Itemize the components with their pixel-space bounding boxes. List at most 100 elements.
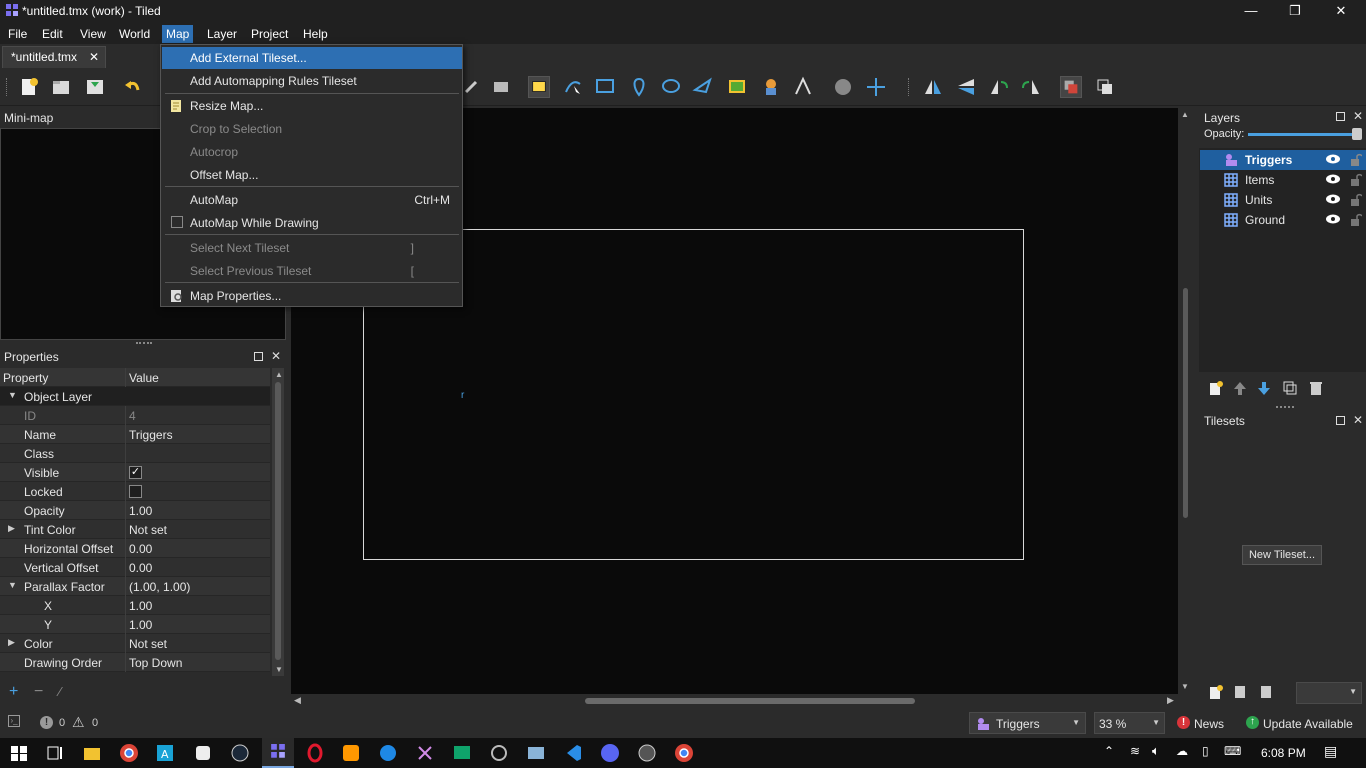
property-row[interactable]: ▶ Tint Color Not set — [0, 520, 270, 539]
keyboard-icon[interactable]: ⌨ — [1224, 744, 1241, 758]
update-available-link[interactable]: Update Available — [1263, 717, 1353, 731]
cloud-icon[interactable]: ☁︎ — [1176, 744, 1188, 758]
float-panel-icon[interactable] — [254, 352, 263, 361]
show-tile-animations-icon[interactable] — [1094, 76, 1116, 98]
layer-row-triggers[interactable]: Triggers — [1200, 150, 1366, 170]
layer-row-ground[interactable]: Ground — [1200, 210, 1366, 230]
monitor-icon[interactable] — [451, 742, 473, 764]
update-icon[interactable]: ↑ — [1246, 716, 1259, 729]
console-icon[interactable]: ›_ — [8, 715, 20, 727]
property-value[interactable]: Triggers — [129, 428, 173, 442]
app-icon[interactable] — [192, 742, 214, 764]
insert-text-icon[interactable] — [792, 76, 814, 98]
property-value[interactable]: Not set — [129, 637, 167, 651]
edit-tileset-icon[interactable] — [1258, 684, 1274, 700]
lock-icon[interactable] — [1350, 193, 1362, 206]
tileset-options-dropdown[interactable]: ▼ — [1296, 682, 1362, 704]
menu-item-automap-while-drawing[interactable]: AutoMap While Drawing — [162, 212, 462, 234]
property-value[interactable]: 1.00 — [129, 504, 152, 518]
menu-layer[interactable]: Layer — [203, 25, 241, 43]
rotate-left-icon[interactable] — [988, 76, 1010, 98]
property-row[interactable]: Visible ✓ — [0, 463, 270, 482]
collapse-arrow-icon[interactable]: ▼ — [8, 580, 17, 590]
property-row[interactable]: Horizontal Offset 0.00 — [0, 539, 270, 558]
open-file-icon[interactable] — [50, 76, 72, 98]
rename-property-icon[interactable]: ∕ — [59, 684, 61, 699]
bluetooth-icon[interactable] — [377, 742, 399, 764]
splitter-handle[interactable] — [1276, 406, 1294, 408]
game-launcher-icon[interactable] — [636, 742, 658, 764]
error-icon[interactable]: ! — [40, 716, 53, 729]
menu-view[interactable]: View — [76, 25, 110, 43]
close-panel-icon[interactable]: ✕ — [1353, 109, 1363, 123]
property-value[interactable]: Top Down — [129, 656, 182, 670]
insert-rectangle-icon[interactable] — [594, 76, 616, 98]
text-editor-icon[interactable]: A — [154, 742, 176, 764]
highlight-layer-icon[interactable] — [1060, 76, 1082, 98]
sublime-icon[interactable] — [340, 742, 362, 764]
restore-button[interactable]: ❐ — [1272, 0, 1318, 22]
new-tileset-icon[interactable] — [1208, 684, 1224, 700]
battery-icon[interactable]: ▯ — [1202, 744, 1209, 758]
close-panel-icon[interactable]: ✕ — [1353, 413, 1363, 427]
insert-template-icon[interactable] — [760, 76, 782, 98]
tiled-taskbar-button[interactable] — [262, 738, 294, 768]
menu-project[interactable]: Project — [247, 25, 292, 43]
steam-icon[interactable] — [229, 742, 251, 764]
menu-item-select-next-tileset[interactable]: Select Next Tileset ] — [162, 237, 462, 259]
property-value[interactable]: Not set — [129, 523, 167, 537]
new-layer-icon[interactable] — [1208, 380, 1224, 396]
layer-row-units[interactable]: Units — [1200, 190, 1366, 210]
save-file-icon[interactable] — [84, 76, 106, 98]
eraser-icon[interactable] — [490, 76, 512, 98]
menu-item-crop-to-selection[interactable]: Crop to Selection — [162, 118, 462, 140]
property-value[interactable]: 1.00 — [129, 618, 152, 632]
property-row[interactable]: Class — [0, 444, 270, 463]
property-row[interactable]: Opacity 1.00 — [0, 501, 270, 520]
zoom-dropdown[interactable]: 33 % ▼ — [1094, 712, 1165, 734]
close-tab-icon[interactable]: ✕ — [89, 50, 99, 64]
volume-icon[interactable]: 🔈︎ — [1152, 743, 1160, 759]
chrome-icon[interactable] — [118, 742, 140, 764]
layer-row-items[interactable]: Items — [1200, 170, 1366, 190]
discord-icon[interactable] — [599, 742, 621, 764]
raise-layer-icon[interactable] — [1232, 380, 1248, 396]
expand-arrow-icon[interactable]: ▶ — [8, 637, 15, 648]
chrome-icon[interactable] — [673, 742, 695, 764]
checkbox-unchecked[interactable] — [171, 216, 183, 228]
lock-icon[interactable] — [1350, 213, 1362, 226]
property-value[interactable]: 0.00 — [129, 542, 152, 556]
property-row[interactable]: ▼ Parallax Factor (1.00, 1.00) — [0, 577, 270, 596]
property-group-row[interactable]: ▼ Object Layer — [0, 387, 270, 406]
close-window-button[interactable]: ✕ — [1318, 0, 1364, 22]
property-checkbox[interactable] — [129, 485, 142, 498]
file-explorer-icon[interactable] — [81, 742, 103, 764]
flip-vertical-icon[interactable] — [955, 76, 977, 98]
expand-arrow-icon[interactable]: ▶ — [8, 523, 15, 534]
notifications-icon[interactable]: ▤ — [1324, 743, 1337, 760]
property-row[interactable]: Y 1.00 — [0, 615, 270, 634]
opera-icon[interactable] — [304, 742, 326, 764]
insert-polygon-icon[interactable] — [692, 76, 714, 98]
property-row[interactable]: Name Triggers — [0, 425, 270, 444]
menu-item-add-automapping-rules-tileset[interactable]: Add Automapping Rules Tileset — [162, 70, 462, 92]
close-panel-icon[interactable]: ✕ — [271, 349, 281, 363]
menu-item-map-properties[interactable]: Map Properties... — [162, 285, 462, 307]
new-file-icon[interactable] — [18, 76, 40, 98]
settings-icon[interactable] — [488, 742, 510, 764]
minimize-button[interactable]: — — [1228, 0, 1274, 22]
document-tab[interactable]: *untitled.tmx ✕ — [2, 46, 106, 68]
splitter-handle[interactable] — [136, 342, 152, 345]
vscode-icon[interactable] — [562, 742, 584, 764]
select-objects-icon[interactable] — [528, 76, 550, 98]
float-panel-icon[interactable] — [1336, 416, 1345, 425]
duplicate-layer-icon[interactable] — [1282, 380, 1298, 396]
menu-item-autocrop[interactable]: Autocrop — [162, 141, 462, 163]
property-row[interactable]: Vertical Offset 0.00 — [0, 558, 270, 577]
menu-item-automap[interactable]: AutoMap Ctrl+M — [162, 189, 462, 211]
property-value[interactable]: 1.00 — [129, 599, 152, 613]
rotate-right-icon[interactable] — [1020, 76, 1042, 98]
lock-icon[interactable] — [1350, 153, 1362, 166]
map-horizontal-scrollbar[interactable]: ◀ ▶ — [291, 694, 1176, 708]
lock-icon[interactable] — [1350, 173, 1362, 186]
